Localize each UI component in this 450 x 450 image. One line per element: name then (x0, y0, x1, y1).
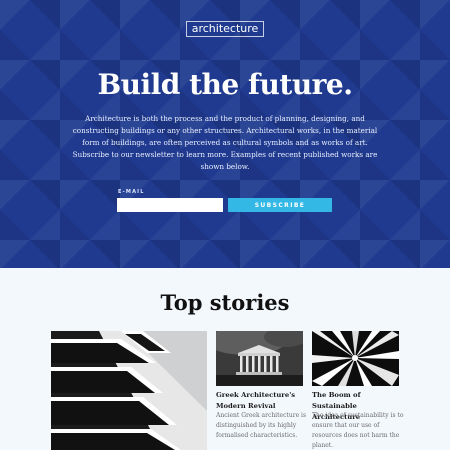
greek-temple-image (216, 331, 303, 386)
subscribe-button[interactable]: SUBSCRIBE (228, 198, 332, 212)
story-description: Ancient Greek architecture is distinguis… (216, 412, 307, 439)
story-image-greek-temple[interactable] (216, 331, 303, 386)
featured-story-image[interactable] (51, 331, 207, 450)
story-title[interactable]: Greek Architecture's Modern Revival (216, 390, 308, 412)
hero-description: Architecture is both the process and the… (72, 114, 378, 171)
story-description: The idea of sustainability is to ensure … (312, 412, 404, 449)
hero-title: Build the future. (97, 68, 353, 101)
building-balconies-image (51, 331, 207, 450)
hero-section: architecture Build the future. Architect… (0, 0, 450, 268)
site-logo[interactable]: architecture (186, 21, 264, 37)
skyscrapers-image (312, 331, 399, 386)
email-input[interactable] (117, 198, 223, 212)
email-label: E-MAIL (118, 189, 145, 195)
story-image-skyscrapers[interactable] (312, 331, 399, 386)
top-stories-heading: Top stories (160, 290, 290, 315)
